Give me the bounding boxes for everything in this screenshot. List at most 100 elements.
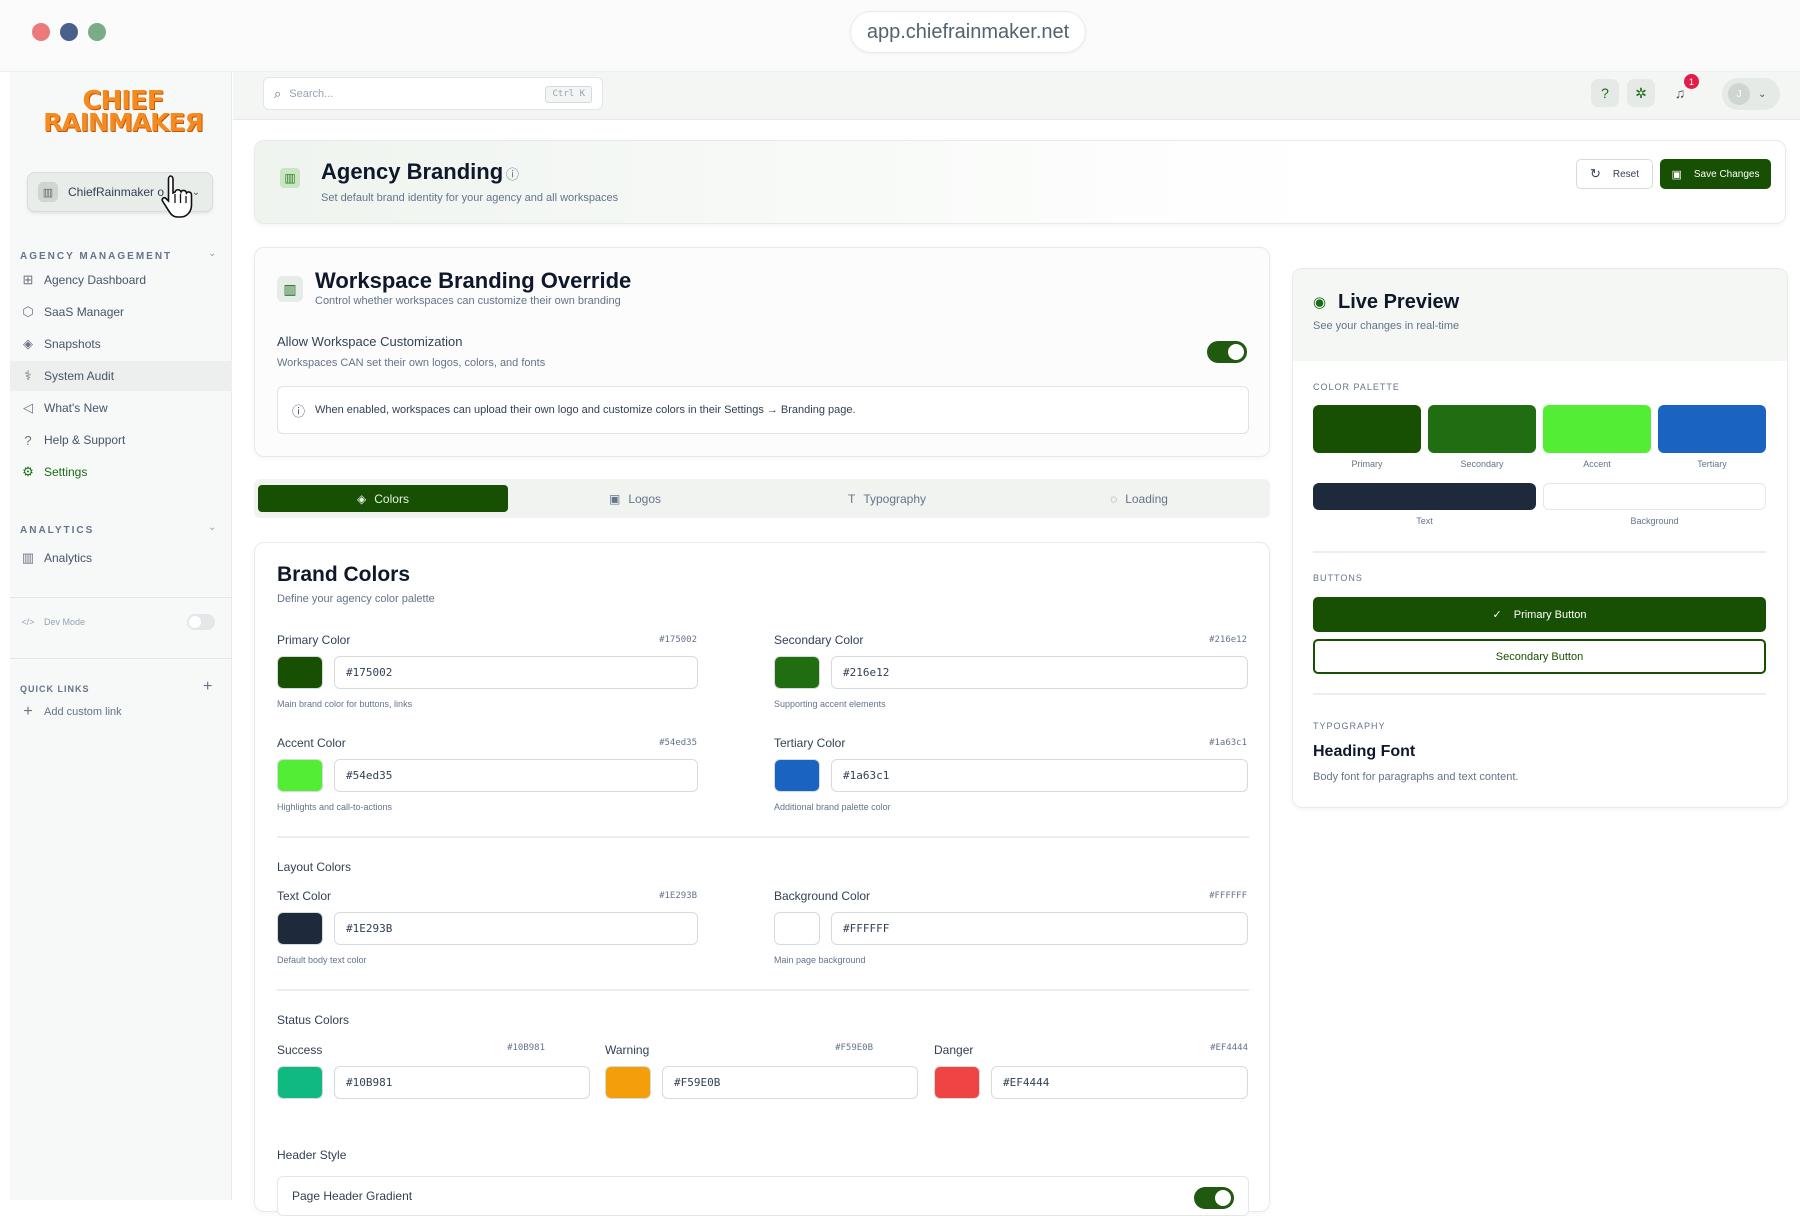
danger-color-input[interactable]: #EF4444: [991, 1066, 1248, 1099]
brand-colors-title: Brand Colors: [277, 563, 411, 586]
sidebar-item-label: System Audit: [44, 369, 115, 383]
plus-icon[interactable]: +: [203, 678, 212, 696]
shortcut-hint: Ctrl K: [545, 86, 592, 103]
tab-loading[interactable]: ◌ Loading: [1014, 485, 1264, 512]
building-icon: ▥: [280, 168, 300, 188]
megaphone-icon: ◁: [23, 400, 33, 415]
preview-swatch-label: Secondary: [1460, 459, 1504, 469]
input-value: #10B981: [346, 1076, 393, 1089]
add-custom-link[interactable]: + Add custom link: [10, 697, 232, 727]
accent-color-label: Accent Color: [277, 736, 346, 750]
preview-swatch-label: Primary: [1351, 459, 1383, 469]
bug-report-button[interactable]: ✲: [1627, 79, 1655, 107]
text-color-input[interactable]: #1E293B: [334, 912, 698, 945]
section-analytics: ANALYTICS: [20, 525, 95, 536]
section-quick-links: QUICK LINKS: [20, 684, 90, 694]
warning-color-input[interactable]: #F59E0B: [662, 1066, 918, 1099]
background-color-swatch[interactable]: [774, 912, 820, 945]
info-icon[interactable]: ⓘ: [506, 164, 519, 183]
header-gradient-label: Page Header Gradient: [292, 1189, 413, 1203]
building-icon: ▥: [38, 182, 58, 202]
tab-typography[interactable]: T Typography: [762, 485, 1012, 512]
tertiary-color-input[interactable]: #1a63c1: [831, 759, 1248, 792]
reset-label: Reset: [1612, 168, 1640, 180]
reset-button[interactable]: ↻ Reset: [1576, 159, 1653, 189]
brand-logo[interactable]: CHIEF RAINMAKEЯ: [28, 88, 218, 138]
sidebar-item-system-audit[interactable]: ⚕ System Audit: [10, 361, 232, 391]
allow-customization-label: Allow Workspace Customization: [277, 334, 463, 349]
accent-color-swatch[interactable]: [277, 759, 323, 792]
type-icon: T: [847, 491, 856, 506]
preview-header: [1293, 269, 1787, 361]
sidebar-item-help-support[interactable]: ? Help & Support: [10, 425, 232, 455]
status-colors-title: Status Colors: [277, 1013, 350, 1027]
text-color-hint: Default body text color: [277, 955, 367, 965]
tertiary-color-hint: Additional brand palette color: [774, 802, 891, 812]
sidebar-item-label: Snapshots: [44, 337, 101, 351]
url-bar[interactable]: app.chiefrainmaker.net: [850, 11, 1086, 53]
secondary-color-input[interactable]: #216e12: [831, 656, 1248, 689]
input-value: #F59E0B: [674, 1076, 721, 1089]
primary-color-input[interactable]: #175002: [334, 656, 698, 689]
dev-mode-toggle[interactable]: [187, 614, 215, 630]
user-menu[interactable]: J ⌄: [1722, 78, 1780, 110]
brand-colors-card: Brand Colors Define your agency color pa…: [254, 542, 1270, 1216]
secondary-color-swatch[interactable]: [774, 656, 820, 689]
sidebar-item-agency-dashboard[interactable]: ⊞ Agency Dashboard: [10, 265, 232, 295]
search-input[interactable]: Search...: [289, 88, 333, 100]
preview-swatch-accent: [1543, 405, 1651, 453]
sidebar-item-analytics[interactable]: ▥ Analytics: [10, 543, 232, 573]
tab-label: Logos: [628, 491, 662, 506]
background-color-input[interactable]: #FFFFFF: [831, 912, 1248, 945]
divider: [1313, 693, 1766, 695]
sidebar-item-snapshots[interactable]: ◈ Snapshots: [10, 329, 232, 359]
text-color-swatch[interactable]: [277, 912, 323, 945]
tertiary-color-swatch[interactable]: [774, 759, 820, 792]
preview-secondary-button[interactable]: Secondary Button: [1313, 639, 1766, 674]
divider: [1313, 551, 1766, 553]
help-icon: ?: [24, 432, 32, 448]
preview-title: Live Preview: [1338, 291, 1460, 313]
preview-swatch-primary: [1313, 405, 1421, 453]
stethoscope-icon: ⚕: [24, 368, 32, 383]
chevron-down-icon[interactable]: ⌄: [208, 248, 216, 259]
building-icon: ▥: [277, 276, 303, 302]
reset-icon: ↻: [1589, 166, 1601, 181]
sidebar-item-label: SaaS Manager: [44, 305, 125, 319]
sidebar-item-saas-manager[interactable]: ⬡ SaaS Manager: [10, 297, 232, 327]
add-link-label: Add custom link: [44, 706, 122, 718]
search-box[interactable]: ⌕ Search... Ctrl K: [263, 77, 603, 110]
sidebar-item-whats-new[interactable]: ◁ What's New: [10, 393, 232, 423]
cube-icon: ⬡: [22, 304, 34, 319]
tab-colors[interactable]: ◈ Colors: [258, 485, 508, 512]
header-gradient-toggle[interactable]: [1194, 1187, 1234, 1209]
preview-subtitle: See your changes in real-time: [1313, 320, 1460, 332]
help-button[interactable]: ?: [1591, 79, 1619, 107]
page-subtitle: Set default brand identity for your agen…: [321, 192, 619, 204]
primary-color-swatch[interactable]: [277, 656, 323, 689]
allow-customization-toggle[interactable]: [1207, 341, 1247, 363]
divider: [277, 836, 1249, 838]
toggle-knob: [189, 616, 201, 628]
tab-logos[interactable]: ▣ Logos: [510, 485, 760, 512]
workspace-override-card: ▥ Workspace Branding Override Control wh…: [254, 247, 1270, 457]
maximize-window-icon[interactable]: [88, 23, 106, 41]
success-color-input[interactable]: #10B981: [334, 1066, 590, 1099]
tab-label: Colors: [374, 491, 409, 506]
chevron-down-icon[interactable]: ⌄: [208, 522, 216, 533]
danger-color-swatch[interactable]: [934, 1066, 980, 1099]
preview-primary-button[interactable]: ✓ Primary Button: [1313, 597, 1766, 632]
success-color-swatch[interactable]: [277, 1066, 323, 1099]
layers-icon: ◈: [23, 336, 33, 351]
minimize-window-icon[interactable]: [60, 23, 78, 41]
allow-customization-desc: Workspaces CAN set their own logos, colo…: [277, 357, 546, 369]
sidebar-item-settings[interactable]: ⚙ Settings: [10, 457, 232, 487]
close-window-icon[interactable]: [32, 23, 50, 41]
save-changes-button[interactable]: ▣ Save Changes: [1660, 159, 1771, 189]
preview-swatch-tertiary: [1658, 405, 1766, 453]
accent-color-input[interactable]: #54ed35: [334, 759, 698, 792]
primary-color-hex: #175002: [659, 635, 697, 645]
secondary-color-hint: Supporting accent elements: [774, 699, 886, 709]
warning-color-swatch[interactable]: [605, 1066, 651, 1099]
tab-label: Loading: [1125, 491, 1168, 506]
